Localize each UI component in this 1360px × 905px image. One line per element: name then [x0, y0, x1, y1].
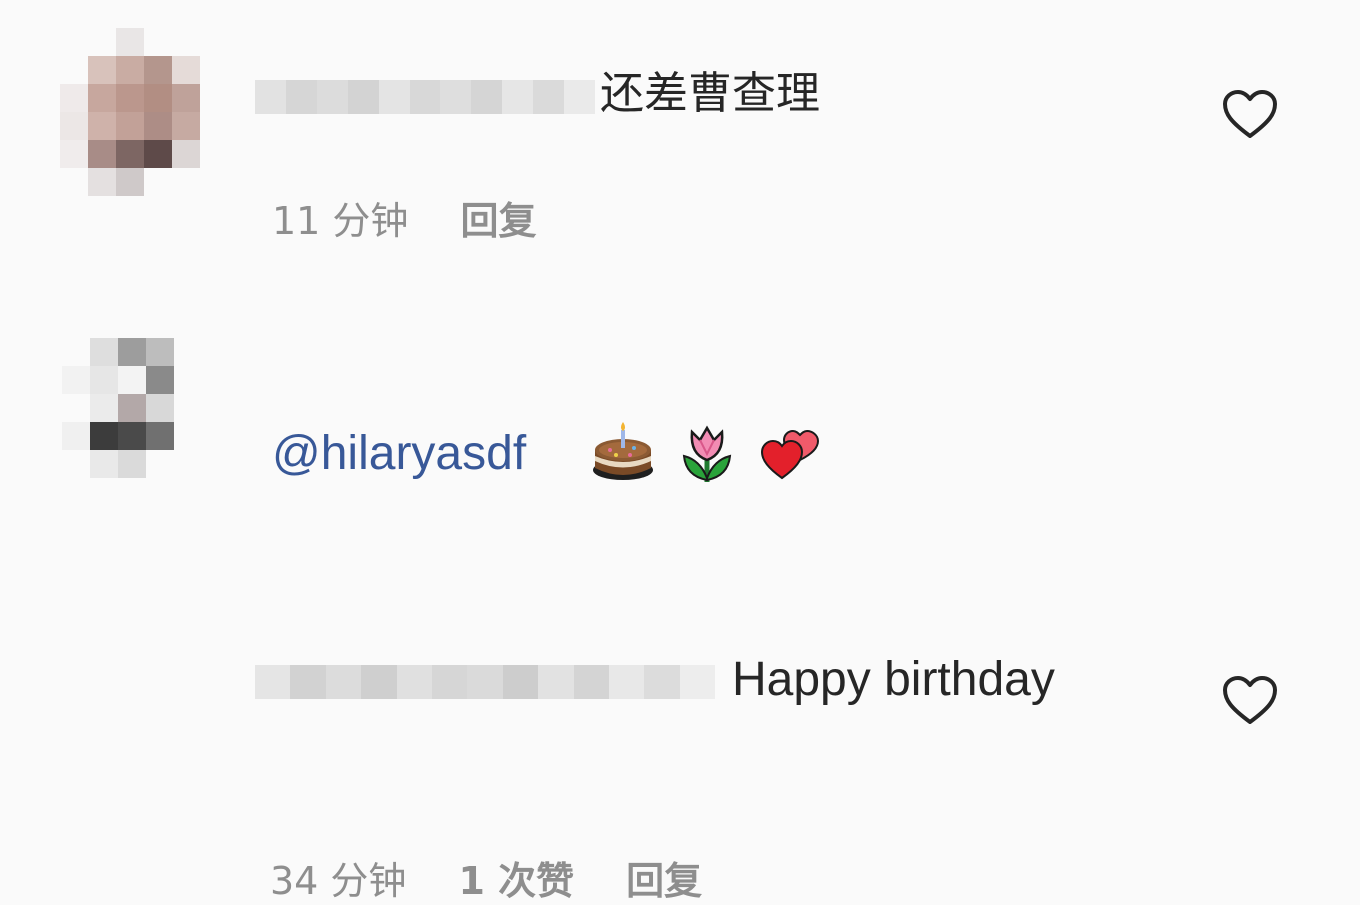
comment-time: 11 分钟: [272, 199, 409, 243]
reply-button[interactable]: 回复: [626, 850, 702, 905]
comment-item: 还差曹查理 11 分钟 回复: [0, 0, 1360, 300]
username-redacted[interactable]: [255, 80, 595, 114]
comment-meta: 11 分钟 回复: [272, 190, 536, 245]
tulip-icon: [682, 425, 732, 482]
comment-text: 还差曹查理: [600, 68, 820, 119]
user-mention-link[interactable]: @hilaryasdf: [272, 426, 526, 482]
comment-meta: 34 分钟 1 次赞 回复: [270, 850, 702, 905]
heart-outline-icon[interactable]: [1221, 88, 1279, 140]
heart-outline-icon[interactable]: [1221, 674, 1279, 726]
reply-button[interactable]: 回复: [460, 190, 536, 245]
avatar[interactable]: [62, 338, 202, 508]
two-hearts-icon: [760, 429, 820, 480]
comment-text: Happy birthday: [732, 653, 1055, 706]
emoji-row: [590, 420, 824, 486]
avatar[interactable]: [60, 28, 200, 198]
likes-count[interactable]: 1 次赞: [458, 850, 574, 905]
birthday-cake-icon: [593, 422, 653, 480]
username-redacted[interactable]: [255, 665, 716, 699]
comment-time: 34 分钟: [270, 859, 407, 903]
